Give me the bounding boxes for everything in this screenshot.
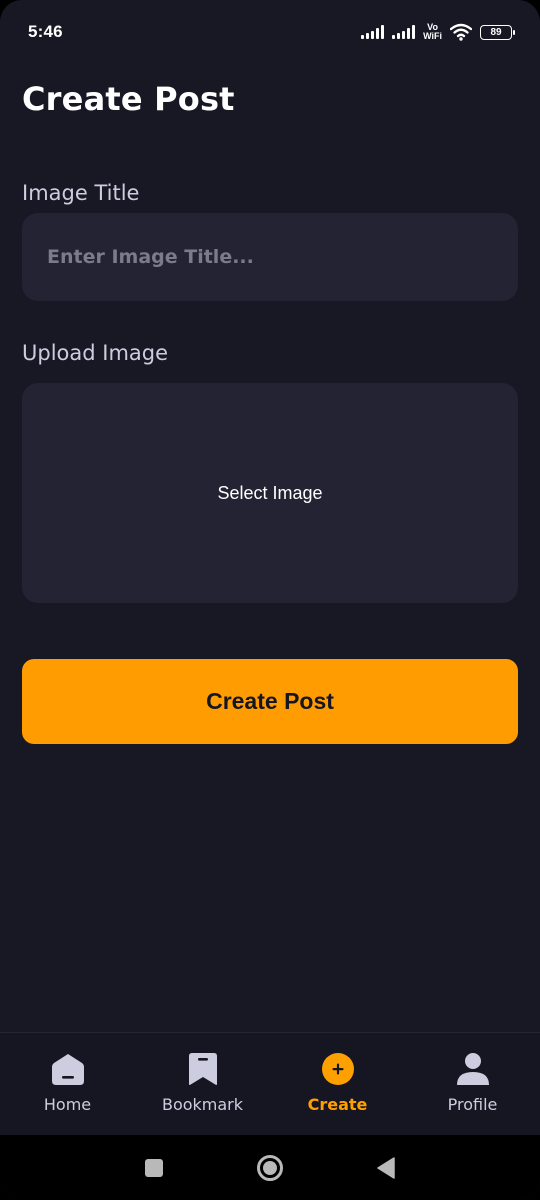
nav-item-profile[interactable]: Profile bbox=[405, 1033, 540, 1135]
back-button[interactable] bbox=[328, 1135, 444, 1200]
home-circle-icon bbox=[257, 1154, 283, 1181]
signal-icon bbox=[392, 25, 416, 39]
nav-label-bookmark: Bookmark bbox=[161, 1095, 244, 1114]
create-post-button[interactable]: Create Post bbox=[22, 659, 518, 744]
status-time: 5:46 bbox=[28, 22, 63, 41]
select-image-text: Select Image bbox=[217, 482, 323, 503]
vowifi-icon: Vo WiFi bbox=[423, 23, 442, 41]
profile-icon bbox=[456, 1051, 490, 1087]
upload-image-label: Upload Image bbox=[22, 341, 169, 365]
status-bar: 5:46 Vo WiFi 89 bbox=[0, 0, 540, 64]
system-nav-bar bbox=[0, 1135, 540, 1200]
system-home-button[interactable] bbox=[212, 1135, 328, 1200]
plus-icon bbox=[321, 1051, 355, 1087]
status-icons: Vo WiFi 89 bbox=[361, 23, 515, 41]
nav-label-create: Create bbox=[307, 1095, 368, 1114]
create-post-button-label: Create Post bbox=[206, 688, 334, 714]
signal-icon bbox=[361, 25, 385, 39]
battery-level: 89 bbox=[490, 26, 502, 38]
image-title-input[interactable] bbox=[22, 213, 518, 301]
recents-button[interactable] bbox=[96, 1135, 212, 1200]
nav-item-bookmark[interactable]: Bookmark bbox=[135, 1033, 270, 1135]
bottom-nav: Home Bookmark Create Profile bbox=[0, 1032, 540, 1135]
wifi-icon bbox=[450, 23, 472, 41]
image-title-label: Image Title bbox=[22, 181, 140, 205]
nav-item-create[interactable]: Create bbox=[270, 1033, 405, 1135]
app-screen: 5:46 Vo WiFi 89 Create Post Image Title … bbox=[0, 0, 540, 1200]
home-icon bbox=[51, 1051, 85, 1087]
nav-label-home: Home bbox=[43, 1095, 92, 1114]
nav-item-home[interactable]: Home bbox=[0, 1033, 135, 1135]
back-icon bbox=[377, 1156, 395, 1179]
page-title: Create Post bbox=[22, 80, 235, 118]
nav-label-profile: Profile bbox=[447, 1095, 498, 1114]
battery-icon: 89 bbox=[480, 24, 515, 40]
bookmark-icon bbox=[186, 1051, 220, 1087]
recents-icon bbox=[145, 1158, 163, 1177]
vowifi-bottom-text: WiFi bbox=[423, 31, 442, 41]
upload-image-area[interactable]: Select Image bbox=[22, 383, 518, 603]
